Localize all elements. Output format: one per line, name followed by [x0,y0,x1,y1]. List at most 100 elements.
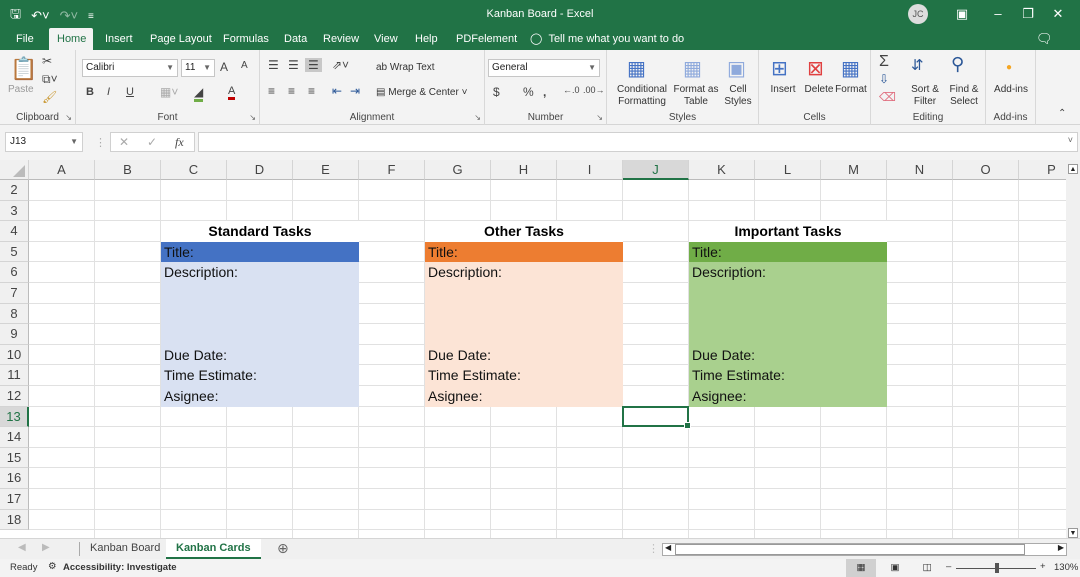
alignment-launcher-icon[interactable]: ↘ [474,113,481,122]
column-header-p[interactable]: P [1019,160,1066,180]
column-header-l[interactable]: L [755,160,821,180]
align-left-icon[interactable]: ≡ [268,84,275,98]
card-field-time-estimate[interactable]: Time Estimate: [425,365,623,386]
card-field-due-date[interactable]: Due Date: [161,344,359,366]
number-launcher-icon[interactable]: ↘ [596,113,603,122]
card-heading[interactable]: Other Tasks [425,221,623,242]
tab-review[interactable]: Review [315,28,367,50]
font-color-button[interactable]: A [228,85,236,100]
formula-bar-grip[interactable]: ⋮ [95,136,106,149]
card-field-title[interactable]: Title: [161,241,359,263]
increase-decimal-icon[interactable]: ←.0 [563,85,580,95]
column-header-g[interactable]: G [425,160,491,180]
scroll-down-icon[interactable]: ▼ [1068,528,1078,538]
tab-home[interactable]: Home [49,28,93,50]
row-header-2[interactable]: 2 [0,180,29,201]
align-right-icon[interactable]: ≡ [308,84,315,98]
row-header-8[interactable]: 8 [0,303,29,325]
tab-data[interactable]: Data [276,28,315,50]
ribbon-display-icon[interactable]: ▣ [952,6,972,22]
wrap-text-button[interactable]: ab Wrap Text [376,62,435,74]
column-header-i[interactable]: I [557,160,623,180]
card-field-due-date[interactable]: Due Date: [425,344,623,366]
font-size-dropdown[interactable]: 11 ▼ [181,59,215,77]
autosum-button[interactable]: Σ [879,53,889,71]
horizontal-scrollbar[interactable]: ◀ ▶ [662,543,1067,556]
fill-color-icon[interactable]: ◢ [194,85,204,102]
column-header-m[interactable]: M [821,160,887,180]
tab-insert[interactable]: Insert [97,28,141,50]
accessibility-status[interactable]: Accessibility: Investigate [63,562,177,573]
clipboard-launcher-icon[interactable]: ↘ [65,113,72,122]
paste-button[interactable]: Paste [8,84,34,96]
card-field-assignee[interactable]: Asignee: [161,386,359,407]
format-as-table-button[interactable]: Format as Table [673,84,719,108]
card-field-assignee[interactable]: Asignee: [689,386,887,407]
column-header-h[interactable]: H [491,160,557,180]
avatar[interactable]: JC [908,4,928,24]
row-header-6[interactable]: 6 [0,262,29,283]
column-header-e[interactable]: E [293,160,359,180]
card-field-description[interactable]: Description: [689,262,887,283]
sort-filter-button[interactable]: Sort & Filter [905,84,945,108]
merge-center-button[interactable]: ▤ Merge & Center ˅ [376,87,467,99]
row-header-13[interactable]: 13 [0,406,29,428]
normal-view-icon[interactable]: ▦ [846,559,876,577]
maximize-icon[interactable]: ❐ [1018,6,1038,22]
collapse-ribbon-icon[interactable]: ⌃ [1058,108,1066,119]
row-header-11[interactable]: 11 [0,365,29,386]
italic-button[interactable]: I [107,86,110,98]
card-heading[interactable]: Important Tasks [689,221,887,242]
borders-icon[interactable]: ▦˅ [160,85,178,99]
bold-button[interactable]: B [86,86,94,98]
row-header-3[interactable]: 3 [0,200,29,222]
card-field-title[interactable]: Title: [425,241,623,263]
page-layout-view-icon[interactable]: ▣ [880,559,910,577]
column-header-k[interactable]: K [689,160,755,180]
zoom-in-icon[interactable]: + [1040,561,1046,572]
paste-icon[interactable]: 📋 [10,56,37,82]
row-header-12[interactable]: 12 [0,386,29,407]
row-header-15[interactable]: 15 [0,447,29,469]
middle-align-icon[interactable]: ☰ [288,58,299,72]
decrease-decimal-icon[interactable]: .00→ [583,85,605,95]
scroll-thumb[interactable] [675,544,1025,555]
bottom-align-icon[interactable]: ☰ [305,58,322,72]
cancel-icon[interactable]: ✕ [119,135,129,149]
grow-font-button[interactable]: A [220,60,228,74]
tab-pdfelement[interactable]: PDFelement [448,28,525,50]
comma-button[interactable]: , [543,85,546,99]
scroll-left-icon[interactable]: ◀ [665,543,671,552]
card-field-assignee[interactable]: Asignee: [425,386,623,407]
cell-styles-button[interactable]: Cell Styles [719,84,757,108]
comments-icon[interactable]: 🗨 [1028,28,1061,50]
card-heading[interactable]: Standard Tasks [161,221,359,242]
row-header-5[interactable]: 5 [0,241,29,263]
select-all-corner[interactable] [0,160,29,180]
sheet-tab-kanban-board[interactable]: Kanban Board [80,539,170,559]
scroll-splitter[interactable]: ⋮ [648,542,659,555]
row-header-4[interactable]: 4 [0,221,29,242]
tab-help[interactable]: Help [407,28,446,50]
row-header-16[interactable]: 16 [0,468,29,489]
card-field-due-date[interactable]: Due Date: [689,344,887,366]
tab-page-layout[interactable]: Page Layout [142,28,220,50]
column-header-c[interactable]: C [161,160,227,180]
zoom-level[interactable]: 130% [1054,562,1078,573]
currency-button[interactable]: $ [493,85,500,99]
page-break-view-icon[interactable]: ◫ [912,559,942,577]
clear-icon[interactable]: ⌫ [879,90,896,104]
percent-button[interactable]: % [523,85,534,99]
tab-view[interactable]: View [366,28,406,50]
conditional-formatting-button[interactable]: Conditional Formatting [611,84,673,108]
add-sheet-icon[interactable]: ⊕ [277,540,289,557]
increase-indent-icon[interactable]: ⇥ [350,84,360,98]
row-header-17[interactable]: 17 [0,489,29,510]
tab-formulas[interactable]: Formulas [215,28,277,50]
insert-function-icon[interactable]: fx [175,135,184,150]
enter-icon[interactable]: ✓ [147,135,157,149]
top-align-icon[interactable]: ☰ [268,58,279,72]
row-header-18[interactable]: 18 [0,509,29,531]
column-header-b[interactable]: B [95,160,161,180]
column-header-j[interactable]: J [623,160,689,180]
